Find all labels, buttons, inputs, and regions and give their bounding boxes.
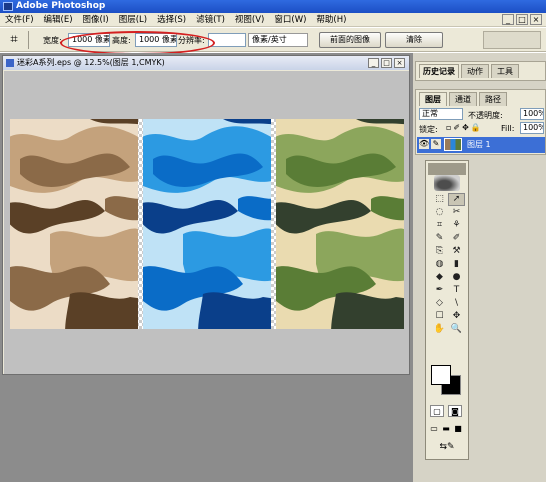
adobe-feather-icon[interactable] [434,175,460,191]
menu-edit[interactable]: 编辑(E) [39,13,78,26]
document-controls: _ □ × [368,58,405,68]
tool-icon[interactable]: ⎘ [431,245,448,258]
menu-image[interactable]: 图像(I) [78,13,114,26]
brush-link-icon[interactable]: ✎ [431,139,441,149]
camo-panel-brown [10,119,138,329]
tab-history[interactable]: 历史记录 [419,64,459,78]
color-swatches [429,363,465,397]
tool-icon[interactable]: ● [448,271,465,284]
tab-layers[interactable]: 图层 [419,92,447,106]
tab-channels[interactable]: 通道 [449,92,477,106]
app-title: Adobe Photoshop [16,1,106,11]
tool-icon[interactable]: ⚘ [448,219,465,232]
imageready-icon[interactable]: ⇆✎ [430,441,464,453]
history-panel: 历史记录 动作 工具 [415,61,546,81]
layer-thumbnail [444,138,462,151]
menu-filter[interactable]: 滤镜(T) [191,13,230,26]
screen-mode-standard-icon[interactable]: ▭ [428,423,440,435]
menu-window[interactable]: 窗口(W) [269,13,311,26]
document-window[interactable]: 迷彩A系列.eps @ 12.5%(图层 1,CMYK) _ □ × [2,55,410,375]
fill-label: Fill: [501,124,515,133]
palette-well [483,31,541,49]
crop-tool-icon[interactable]: ⌗ [6,32,22,48]
menu-bar: 文件(F) 编辑(E) 图像(I) 图层(L) 选择(S) 滤镜(T) 视图(V… [0,13,546,27]
tool-icon[interactable]: ⬚ [431,193,448,206]
tool-icon[interactable]: ✐ [448,232,465,245]
tool-icon[interactable]: ⌗ [431,219,448,232]
document-title-bar[interactable]: 迷彩A系列.eps @ 12.5%(图层 1,CMYK) _ □ × [3,56,409,70]
front-image-button[interactable]: 前面的图像 [319,32,381,48]
tool-icon[interactable]: ✂ [448,206,465,219]
menu-file[interactable]: 文件(F) [0,13,39,26]
tool-icon[interactable]: ⚒ [448,245,465,258]
document-title: 迷彩A系列.eps @ 12.5%(图层 1,CMYK) [17,58,165,67]
fill-input[interactable]: 100% [520,122,544,134]
tool-icon[interactable]: ◆ [431,271,448,284]
layer-row[interactable]: 👁 ✎ 图层 1 [417,137,545,153]
tool-icon[interactable]: 🔍 [448,323,465,336]
lock-icons[interactable]: ▫✐✥🔒 [446,123,483,132]
tool-icon[interactable]: T [448,284,465,297]
width-input[interactable]: 1000 像素 [68,33,110,47]
maximize-button[interactable]: □ [516,14,528,25]
foreground-color-swatch[interactable] [431,365,451,385]
height-input[interactable]: 1000 像素 [135,33,177,47]
camo-panel-green [276,119,404,329]
document-close-button[interactable]: × [394,58,405,68]
camouflage-artwork [10,119,404,329]
document-icon [6,59,14,67]
toolbox: ⬚ ➚ ◌ ✂ ⌗ ⚘ ✎ ✐ ⎘ ⚒ ◍ ▮ ◆ ● ✒ T ◇ \ ☐ ✥ ✋ 🔍 ▢ ◙ ▭ ▬ ■ ⇆✎ [425,160,469,460]
options-bar: ⌗ 宽度: 1000 像素 高度: 1000 像素 分辨率: 像素/英寸 前面的… [0,28,546,52]
opacity-input[interactable]: 100% [520,108,544,120]
tool-icon[interactable]: ✋ [431,323,448,336]
document-maximize-button[interactable]: □ [381,58,392,68]
window-controls: _ □ × [502,14,542,25]
quick-mask-icon[interactable]: ◙ [448,405,462,417]
screen-mode-fullscreen-icon[interactable]: ■ [452,423,464,435]
standard-mode-icon[interactable]: ▢ [430,405,444,417]
tool-grid: ⬚ ➚ ◌ ✂ ⌗ ⚘ ✎ ✐ ⎘ ⚒ ◍ ▮ ◆ ● ✒ T ◇ \ ☐ ✥ ✋ 🔍 [431,193,465,336]
visibility-eye-icon[interactable]: 👁 [419,139,429,149]
toolbox-title-bar[interactable] [428,163,466,175]
resolution-label: 分辨率: [178,36,205,45]
tool-icon[interactable]: ☐ [431,310,448,323]
title-bar: Adobe Photoshop [0,0,546,13]
blend-mode-select[interactable]: 正常 [419,108,463,120]
lock-label: 锁定: [419,125,438,134]
close-button[interactable]: × [530,14,542,25]
document-minimize-button[interactable]: _ [368,58,379,68]
options-divider [28,31,29,49]
tool-icon[interactable]: ✥ [448,310,465,323]
tool-icon[interactable]: ◌ [431,206,448,219]
tool-icon[interactable]: ◇ [431,297,448,310]
minimize-button[interactable]: _ [502,14,514,25]
tab-tools[interactable]: 工具 [491,64,519,78]
resolution-input[interactable] [208,33,246,47]
tool-icon[interactable]: ▮ [448,258,465,271]
tool-icon[interactable]: \ [448,297,465,310]
resolution-unit-select[interactable]: 像素/英寸 [248,33,308,47]
layer-name: 图层 1 [467,140,491,149]
tool-icon[interactable]: ◍ [431,258,448,271]
menu-view[interactable]: 视图(V) [230,13,269,26]
menu-help[interactable]: 帮助(H) [311,13,351,26]
canvas-area[interactable] [4,71,409,374]
menu-layer[interactable]: 图层(L) [114,13,152,26]
tab-actions[interactable]: 动作 [461,64,489,78]
width-label: 宽度: [43,36,62,45]
tool-icon[interactable]: ✒ [431,284,448,297]
camo-panel-blue [143,119,271,329]
photoshop-app-icon [3,2,13,11]
screen-mode-full-icon[interactable]: ▬ [440,423,452,435]
height-label: 高度: [112,36,131,45]
menu-select[interactable]: 选择(S) [152,13,191,26]
opacity-label: 不透明度: [468,111,503,120]
tool-icon[interactable]: ✎ [431,232,448,245]
clear-button[interactable]: 清除 [385,32,443,48]
tool-icon[interactable]: ➚ [448,193,465,206]
tab-paths[interactable]: 路径 [479,92,507,106]
